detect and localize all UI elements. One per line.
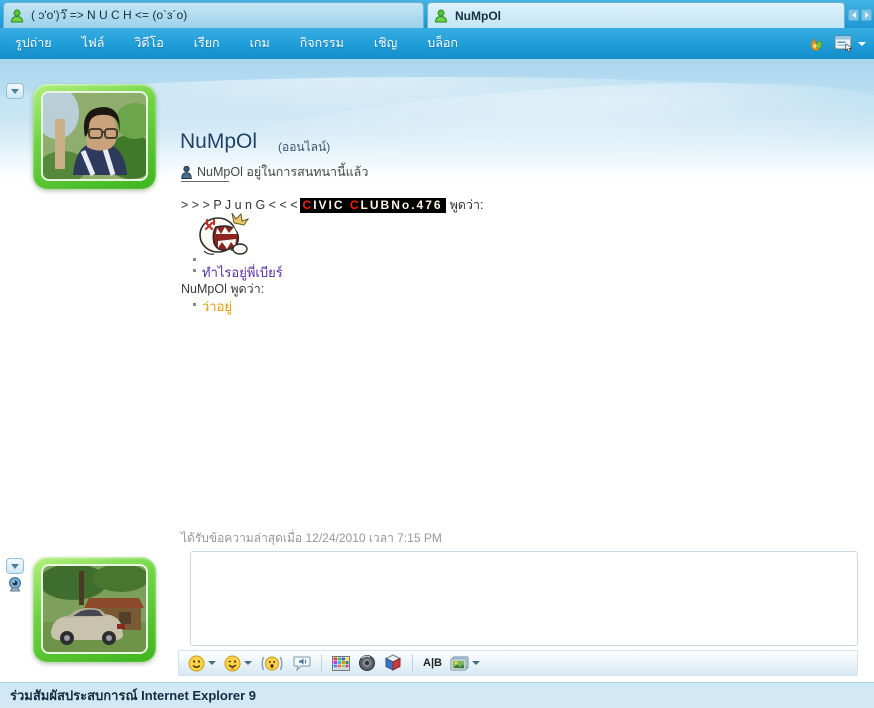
person-icon xyxy=(181,166,192,179)
emoticon-picker-button[interactable] xyxy=(184,652,220,674)
list-bullet xyxy=(193,303,196,306)
menu-photos[interactable]: รูปถ่าย xyxy=(0,28,67,59)
messenger-window: ( ɔ'o')ว๊ => N U C H <= (o`ɜ´o) NuMpOl ร… xyxy=(0,0,874,708)
gift-cube-icon xyxy=(384,654,402,672)
menu-invite[interactable]: เชิญ xyxy=(359,28,412,59)
chevron-left-icon xyxy=(852,12,856,18)
menu-files[interactable]: ไฟล์ xyxy=(67,28,120,59)
chevron-down-icon xyxy=(858,42,866,46)
message-toolbar: A|B xyxy=(178,650,858,676)
contact-name: NuMpOl xyxy=(180,130,257,154)
tab-scroll-right-button[interactable] xyxy=(861,9,872,21)
menu-bar: รูปถ่าย ไฟล์ วิดีโอ เรียก เกม กิจกรรม เช… xyxy=(0,28,874,59)
tab-label: NuMpOl xyxy=(455,9,501,23)
collapse-local-avatar-button[interactable] xyxy=(6,558,24,574)
toolbar-separator xyxy=(412,654,413,672)
chevron-down-icon xyxy=(472,661,480,665)
speaker-icon xyxy=(358,654,376,672)
sender-nickname-highlight: CIVIC CLUBNo.476 xyxy=(300,198,446,213)
divider xyxy=(181,181,229,182)
message-text-orange: ว่าอยู่ xyxy=(202,296,232,317)
color-scheme-button[interactable] xyxy=(328,652,354,674)
message-input-box xyxy=(190,551,858,646)
presence-note: NuMpOl อยู่ในการสนทนานี้แล้ว xyxy=(197,162,368,182)
messenger-flame-icon[interactable] xyxy=(806,34,826,54)
tab-label: ( ɔ'o')ว๊ => N U C H <= (o`ɜ´o) xyxy=(31,6,187,25)
remote-avatar-photo xyxy=(41,91,148,181)
presence-note-row: NuMpOl อยู่ในการสนทนานี้แล้ว xyxy=(181,162,368,186)
footer-promo-text: ร่วมสัมผัสประสบการณ์ Internet Explorer 9 xyxy=(10,685,256,706)
tab-nuch[interactable]: ( ɔ'o')ว๊ => N U C H <= (o`ɜ´o) xyxy=(3,2,424,28)
local-avatar[interactable] xyxy=(33,557,156,662)
voice-clip-icon xyxy=(292,655,311,672)
last-received-timestamp: ได้รับข้อความล่าสุดเมื่อ 12/24/2010 เวลา… xyxy=(181,529,442,548)
says-label: พูดว่า: xyxy=(450,198,484,212)
tab-numpol[interactable]: NuMpOl xyxy=(427,2,845,28)
message-input[interactable] xyxy=(191,552,857,645)
color-palette-icon xyxy=(332,656,350,671)
contact-presence: (ออนไลน์) xyxy=(278,138,330,157)
menu-video[interactable]: วิดีโอ xyxy=(119,28,178,59)
buddy-icon xyxy=(10,9,24,23)
chevron-down-icon xyxy=(208,661,216,665)
share-window-button[interactable] xyxy=(834,35,866,52)
buddy-icon xyxy=(434,9,448,23)
webcam-icon xyxy=(7,577,23,592)
background-picker-button[interactable] xyxy=(446,652,484,674)
conversation-tab-strip: ( ɔ'o')ว๊ => N U C H <= (o`ɜ´o) NuMpOl xyxy=(0,0,874,28)
remote-avatar[interactable] xyxy=(33,84,156,189)
nudge-button[interactable] xyxy=(256,652,288,674)
collapse-remote-avatar-button[interactable] xyxy=(6,83,24,99)
footer-promo-bar[interactable]: ร่วมสัมผัสประสบการณ์ Internet Explorer 9 xyxy=(0,682,874,708)
winks-picker-button[interactable] xyxy=(220,652,256,674)
toolbar-separator xyxy=(321,654,322,672)
list-bullet xyxy=(193,269,196,272)
background-image-icon xyxy=(450,656,469,671)
local-avatar-photo xyxy=(41,564,148,654)
chevron-right-icon xyxy=(865,12,869,18)
list-bullet xyxy=(193,258,196,261)
wink-icon xyxy=(224,655,241,672)
chevron-down-icon xyxy=(11,564,19,569)
smiley-icon xyxy=(188,655,205,672)
chevron-down-icon xyxy=(11,89,19,94)
angry-emoticon-image xyxy=(194,211,252,266)
menu-activities[interactable]: กิจกรรม xyxy=(285,28,359,59)
sender-nickname: > > > P J u n G < < < xyxy=(181,198,298,212)
font-button-icon: A|B xyxy=(423,657,442,669)
voice-clip-button[interactable] xyxy=(288,652,315,674)
menu-games[interactable]: เกม xyxy=(235,28,285,59)
share-window-icon xyxy=(834,35,854,52)
sound-button[interactable] xyxy=(354,652,380,674)
menu-block[interactable]: บล็อก xyxy=(412,28,473,59)
menubar-right-icons xyxy=(806,28,866,59)
chevron-down-icon xyxy=(244,661,252,665)
webcam-button[interactable] xyxy=(7,577,23,597)
tab-scroll-left-button[interactable] xyxy=(848,9,859,21)
nudge-icon xyxy=(260,655,284,672)
conversation-area: NuMpOl (ออนไลน์) NuMpOl อยู่ในการสนทนานี… xyxy=(0,59,874,682)
gift-button[interactable] xyxy=(380,652,406,674)
font-button[interactable]: A|B xyxy=(419,652,446,674)
menu-call[interactable]: เรียก xyxy=(179,28,235,59)
